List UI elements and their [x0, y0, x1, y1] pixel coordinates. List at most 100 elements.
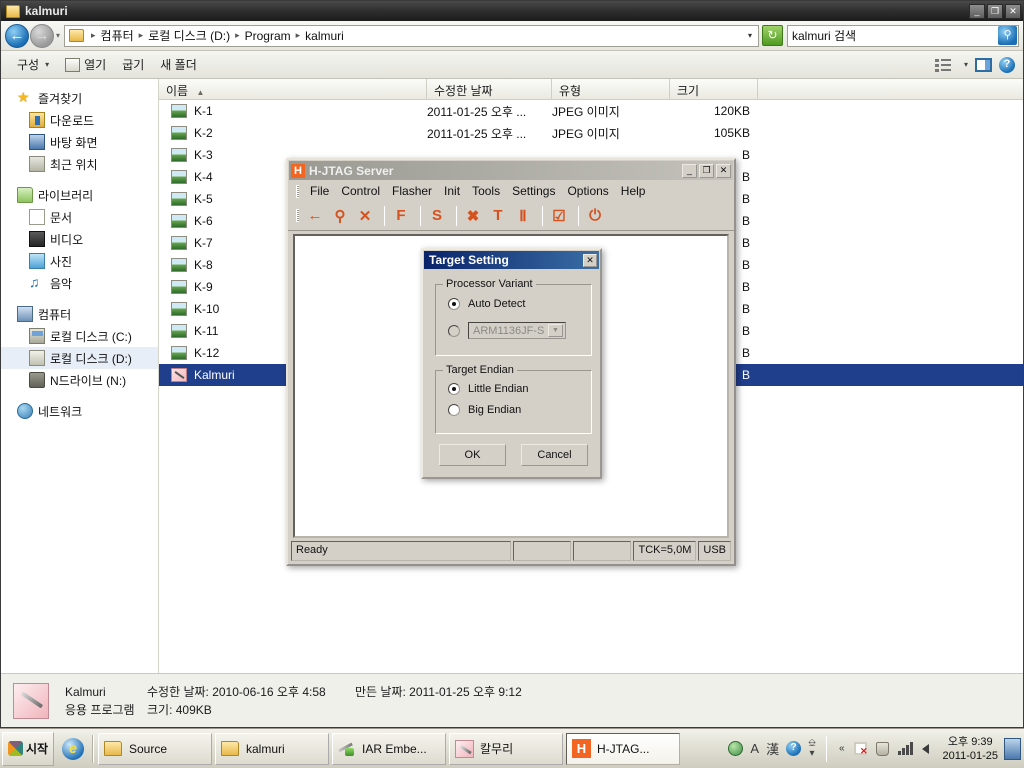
chevron-down-icon[interactable]: ▼ — [548, 324, 563, 337]
breadcrumb-item-0[interactable]: 컴퓨터 — [100, 27, 135, 44]
sidebar-item-local-disk-c[interactable]: 로컬 디스크 (C:) — [1, 325, 158, 347]
big-endian-radio[interactable] — [448, 404, 460, 416]
menu-tools[interactable]: Tools — [466, 183, 506, 199]
chevron-down-icon[interactable]: ▾ — [56, 31, 60, 40]
change-view-icon[interactable] — [934, 58, 951, 72]
sidebar-header-computer[interactable]: 컴퓨터 — [1, 303, 158, 325]
close-button[interactable]: ✕ — [716, 163, 731, 178]
chevron-down-icon[interactable]: ▾ — [748, 31, 756, 40]
clock[interactable]: 오후 9:39 2011-01-25 — [937, 735, 1004, 763]
settings-icon[interactable]: S — [426, 204, 448, 228]
security-shield-icon[interactable] — [875, 741, 889, 756]
search-box[interactable]: ⚲ — [787, 24, 1019, 47]
sidebar-item-recent-places[interactable]: 최근 위치 — [1, 153, 158, 175]
pillar-config-icon[interactable]: Ⅱ — [512, 204, 534, 228]
manual-variant-radio-row[interactable]: ARM1136JF-S ▼ — [448, 322, 566, 339]
big-endian-radio-row[interactable]: Big Endian — [448, 404, 521, 416]
close-button[interactable]: ✕ — [1005, 3, 1021, 19]
sidebar-item-pictures[interactable]: 사진 — [1, 250, 158, 272]
forward-button[interactable]: → — [30, 23, 54, 48]
toolbar-grip[interactable] — [296, 209, 299, 222]
organize-button[interactable]: 구성 ▾ — [9, 53, 57, 76]
ime-hanja-mode[interactable]: 漢 — [766, 739, 779, 758]
menu-flasher[interactable]: Flasher — [386, 183, 438, 199]
burn-button[interactable]: 굽기 — [114, 53, 152, 76]
checklist-icon[interactable]: ☑ — [548, 204, 570, 228]
ok-button[interactable]: OK — [439, 444, 506, 466]
menu-settings[interactable]: Settings — [506, 183, 561, 199]
search-icon[interactable]: ⚲ — [329, 204, 351, 228]
breadcrumb-item-1[interactable]: 로컬 디스크 (D:) — [147, 27, 231, 44]
menu-control[interactable]: Control — [335, 183, 386, 199]
search-icon[interactable]: ⚲ — [998, 26, 1017, 45]
column-header-date[interactable]: 수정한 날짜 — [427, 79, 552, 100]
jtag-config-icon[interactable]: ✖ — [462, 204, 484, 228]
auto-detect-radio[interactable] — [448, 298, 460, 310]
ime-globe-icon[interactable] — [728, 741, 744, 756]
taskbar-button-iar[interactable]: IAR Embe... — [332, 732, 446, 765]
signal-bars-icon[interactable] — [897, 742, 913, 755]
sidebar-item-downloads[interactable]: 다운로드 — [1, 109, 158, 131]
preview-pane-icon[interactable] — [975, 57, 992, 72]
address-bar[interactable]: ▸ 컴퓨터 ▸ 로컬 디스크 (D:) ▸ Program ▸ kalmuri … — [64, 24, 759, 47]
sidebar-item-network-drive[interactable]: N드라이브 (N:) — [1, 369, 158, 391]
menu-init[interactable]: Init — [438, 183, 466, 199]
taskbar-button-hjtag[interactable]: H H-JTAG... — [566, 732, 680, 765]
restore-button[interactable]: ❐ — [987, 3, 1003, 19]
ime-keyboard-icon[interactable]: ⎒ ▾ — [808, 738, 816, 759]
close-target-icon[interactable]: ✕ — [354, 204, 376, 228]
maximize-button[interactable]: ❐ — [699, 163, 714, 178]
ime-help-icon[interactable]: ? — [786, 741, 802, 756]
column-header-type[interactable]: 유형 — [552, 79, 670, 100]
processor-variant-dropdown[interactable]: ARM1136JF-S ▼ — [468, 322, 566, 339]
show-desktop-button[interactable] — [1004, 737, 1021, 760]
open-button[interactable]: 열기 — [57, 53, 114, 76]
sidebar-item-documents[interactable]: 문서 — [1, 206, 158, 228]
column-header-size[interactable]: 크기 — [670, 79, 758, 100]
menu-help[interactable]: Help — [615, 183, 652, 199]
table-row[interactable]: K-2 2011-01-25 오후 ... JPEG 이미지 105KB — [159, 122, 1023, 144]
sidebar-item-desktop[interactable]: 바탕 화면 — [1, 131, 158, 153]
sidebar-header-network[interactable]: 네트워크 — [1, 400, 158, 422]
start-button[interactable]: 시작 — [2, 731, 54, 766]
tap-config-icon[interactable]: T — [487, 204, 509, 228]
ime-latin-mode[interactable]: A — [750, 741, 759, 756]
manual-variant-radio[interactable] — [448, 324, 460, 337]
power-icon[interactable]: ⏻ — [584, 204, 606, 228]
little-endian-radio-row[interactable]: Little Endian — [448, 383, 529, 395]
show-hidden-icons-button[interactable]: « — [839, 743, 845, 754]
little-endian-radio[interactable] — [448, 383, 460, 395]
menu-file[interactable]: File — [304, 183, 335, 199]
minimize-button[interactable]: _ — [969, 3, 985, 19]
sidebar-item-local-disk-d[interactable]: 로컬 디스크 (D:) — [1, 347, 158, 369]
taskbar-button-kalmuri-folder[interactable]: kalmuri — [215, 732, 329, 765]
volume-icon[interactable] — [921, 743, 929, 754]
search-input[interactable] — [788, 26, 998, 45]
column-header-name[interactable]: 이름 ▲ — [159, 79, 427, 100]
taskbar-button-kalmuri-app[interactable]: 칼무리 — [449, 732, 563, 765]
menu-options[interactable]: Options — [561, 183, 614, 199]
chevron-down-icon[interactable]: ▾ — [964, 60, 968, 69]
table-row[interactable]: K-1 2011-01-25 오후 ... JPEG 이미지 120KB — [159, 100, 1023, 122]
sidebar-header-libraries[interactable]: 라이브러리 — [1, 184, 158, 206]
detect-target-icon[interactable]: ← — [304, 204, 326, 228]
close-icon[interactable]: ✕ — [583, 253, 597, 267]
breadcrumb-item-3[interactable]: kalmuri — [304, 29, 345, 43]
refresh-button[interactable]: ↻ — [762, 25, 783, 46]
quicklaunch-internet-explorer[interactable]: e — [58, 733, 88, 765]
minimize-button[interactable]: _ — [682, 163, 697, 178]
back-button[interactable]: ← — [5, 23, 29, 48]
sidebar-item-music[interactable]: ♫ 음악 — [1, 272, 158, 294]
sidebar-header-favorites[interactable]: ★ 즐겨찾기 — [1, 87, 158, 109]
hjtag-toolbar: ← ⚲ ✕ F S ✖ T Ⅱ ☑ ⏻ — [288, 201, 734, 231]
menubar-grip[interactable] — [296, 184, 299, 198]
breadcrumb-item-2[interactable]: Program — [244, 29, 292, 43]
network-disconnected-icon[interactable] — [853, 742, 868, 757]
cancel-button[interactable]: Cancel — [521, 444, 588, 466]
new-folder-button[interactable]: 새 폴더 — [152, 53, 204, 76]
auto-detect-radio-row[interactable]: Auto Detect — [448, 298, 525, 310]
flasher-icon[interactable]: F — [390, 204, 412, 228]
sidebar-item-videos[interactable]: 비디오 — [1, 228, 158, 250]
help-icon[interactable]: ? — [999, 56, 1015, 73]
taskbar-button-source[interactable]: Source — [98, 732, 212, 765]
